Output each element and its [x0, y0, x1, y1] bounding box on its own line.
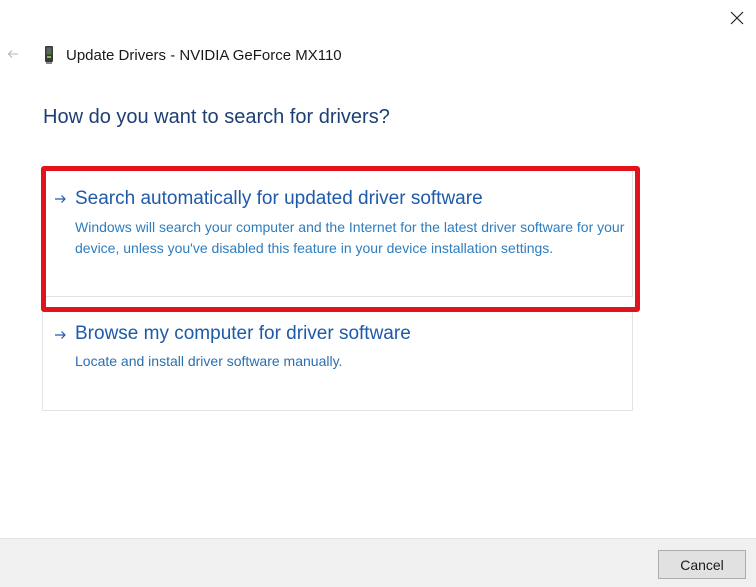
- page-heading: How do you want to search for drivers?: [43, 106, 390, 128]
- arrow-right-icon: [55, 195, 66, 203]
- back-arrow-icon: [7, 50, 18, 58]
- option-description: Locate and install driver software manua…: [75, 353, 343, 369]
- option-description: Windows will search your computer and th…: [75, 219, 625, 256]
- search-automatically-option[interactable]: Search automatically for updated driver …: [42, 170, 633, 297]
- dialog-title-row: Update Drivers - NVIDIA GeForce MX110: [42, 44, 342, 66]
- browse-computer-option[interactable]: Browse my computer for driver software L…: [42, 310, 633, 411]
- update-drivers-dialog: Update Drivers - NVIDIA GeForce MX110 Ho…: [0, 0, 756, 587]
- cancel-button[interactable]: Cancel: [658, 550, 746, 579]
- option-title: Browse my computer for driver software: [75, 323, 411, 344]
- option-title: Search automatically for updated driver …: [75, 188, 483, 209]
- dialog-title: Update Drivers - NVIDIA GeForce MX110: [66, 46, 342, 64]
- dialog-footer: Cancel: [0, 538, 756, 587]
- graphics-card-icon: [42, 45, 56, 65]
- close-icon: [730, 11, 744, 25]
- close-button[interactable]: [724, 6, 750, 30]
- arrow-right-icon: [55, 331, 66, 339]
- back-button[interactable]: [5, 46, 21, 62]
